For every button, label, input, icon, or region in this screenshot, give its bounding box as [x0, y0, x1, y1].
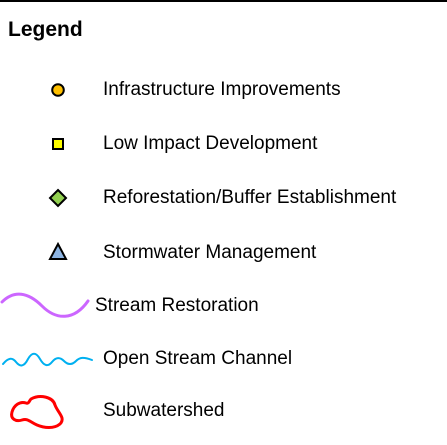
legend-label-infrastructure-improvements: Infrastructure Improvements [103, 79, 341, 100]
legend-label-stormwater-management: Stormwater Management [103, 242, 317, 263]
legend-item-subwatershed: Subwatershed [0, 393, 447, 429]
legend-item-infrastructure-improvements: Infrastructure Improvements [0, 72, 447, 108]
legend-title: Legend [8, 18, 83, 41]
polygon-outline-icon [10, 395, 64, 429]
circle-icon [51, 83, 65, 97]
legend-item-stream-restoration: Stream Restoration [0, 288, 447, 324]
diamond-icon [48, 188, 68, 208]
legend-item-low-impact-development: Low Impact Development [0, 126, 447, 162]
legend-label-reforestation-buffer-establishment: Reforestation/Buffer Establishment [103, 187, 397, 208]
legend-label-low-impact-development: Low Impact Development [103, 133, 318, 154]
legend-label-open-stream-channel: Open Stream Channel [103, 348, 293, 369]
legend-label-subwatershed: Subwatershed [103, 400, 225, 421]
legend-label-stream-restoration: Stream Restoration [95, 295, 259, 316]
legend-item-stormwater-management: Stormwater Management [0, 235, 447, 271]
legend-item-open-stream-channel: Open Stream Channel [0, 341, 447, 377]
legend-item-reforestation-buffer-establishment: Reforestation/Buffer Establishment [0, 180, 447, 216]
wavy-line-icon [2, 352, 93, 367]
square-icon [52, 138, 64, 150]
map-legend: Legend Infrastructure Improvements Low I… [0, 0, 447, 445]
curve-line-icon [0, 292, 90, 318]
triangle-icon [48, 241, 68, 260]
